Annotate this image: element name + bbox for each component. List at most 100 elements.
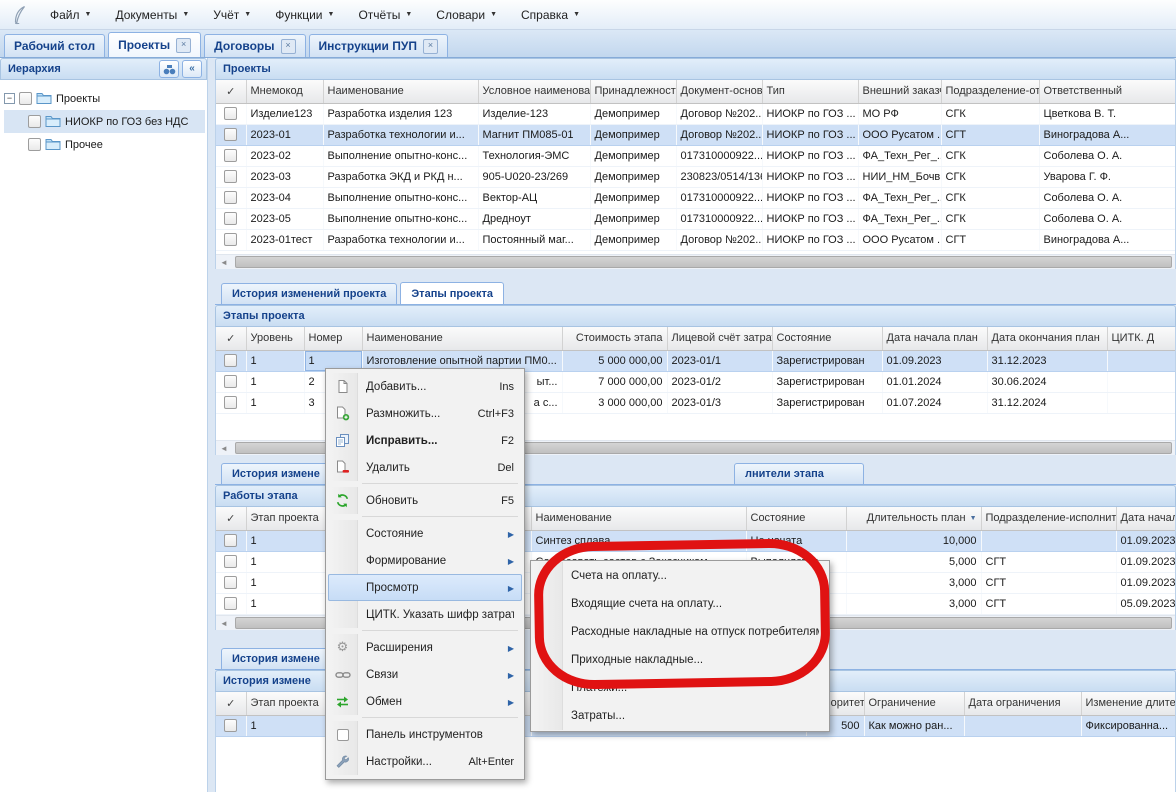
- menubar-item[interactable]: Учёт▼: [201, 5, 263, 25]
- table-row[interactable]: 2023-04Выполнение опытно-конс...Вектор-А…: [216, 187, 1176, 208]
- tab-close-icon[interactable]: ×: [176, 38, 191, 53]
- column-header[interactable]: Стоимость этапа: [562, 327, 667, 350]
- scroll-left-icon[interactable]: ◄: [216, 616, 232, 630]
- table-cell[interactable]: СГК: [941, 208, 1039, 229]
- tree-node-niokr[interactable]: НИОКР по ГОЗ без НДС: [4, 110, 205, 133]
- tab-stage-executors[interactable]: лнители этапа: [734, 463, 864, 484]
- table-cell[interactable]: 1: [246, 350, 304, 371]
- table-row[interactable]: Изделие123Разработка изделия 123Изделие-…: [216, 103, 1176, 124]
- table-cell[interactable]: 3,000: [846, 572, 981, 593]
- tree-checkbox[interactable]: [28, 115, 41, 128]
- table-cell[interactable]: Демопример: [590, 124, 676, 145]
- menu-item[interactable]: Платежи...: [533, 674, 827, 702]
- table-cell[interactable]: 2023-03: [246, 166, 323, 187]
- table-cell[interactable]: Дредноут: [478, 208, 590, 229]
- table-cell[interactable]: 2023-02: [246, 145, 323, 166]
- table-cell[interactable]: 017310000922...: [676, 208, 762, 229]
- table-cell[interactable]: 5,000: [846, 551, 981, 572]
- menu-item[interactable]: Приходные накладные...: [533, 646, 827, 674]
- table-cell[interactable]: Демопример: [590, 166, 676, 187]
- table-cell[interactable]: СГТ: [981, 593, 1116, 614]
- row-checkbox[interactable]: [224, 534, 237, 547]
- table-cell[interactable]: 10,000: [846, 530, 981, 551]
- column-header[interactable]: ЦИТК. Д: [1107, 327, 1176, 350]
- row-checkbox[interactable]: [224, 149, 237, 162]
- table-cell[interactable]: МО РФ: [858, 103, 941, 124]
- column-header[interactable]: Номер: [304, 327, 362, 350]
- scrollbar-thumb[interactable]: [235, 256, 1172, 268]
- table-cell[interactable]: СГК: [941, 145, 1039, 166]
- table-row[interactable]: 2023-03Разработка ЭКД и РКД н...905-U020…: [216, 166, 1176, 187]
- tab-project-stages[interactable]: Этапы проекта: [400, 282, 504, 304]
- table-cell[interactable]: Зарегистрирован: [772, 392, 882, 413]
- table-cell[interactable]: ФА_Техн_Рег_...: [858, 145, 941, 166]
- select-all-header[interactable]: ✓: [216, 692, 246, 715]
- table-cell[interactable]: 2023-01/3: [667, 392, 772, 413]
- table-cell[interactable]: Виноградова А...: [1039, 124, 1176, 145]
- table-cell[interactable]: Не начата: [746, 530, 846, 551]
- table-cell[interactable]: Демопример: [590, 229, 676, 250]
- table-cell[interactable]: НИОКР по ГОЗ ...: [762, 166, 858, 187]
- table-cell[interactable]: 2023-01/2: [667, 371, 772, 392]
- table-cell[interactable]: Как можно ран...: [864, 715, 964, 736]
- table-cell[interactable]: 01.09.2023: [1116, 551, 1176, 572]
- table-cell[interactable]: Технология-ЭМС: [478, 145, 590, 166]
- table-cell[interactable]: 05.09.2023: [1116, 593, 1176, 614]
- table-cell[interactable]: Договор №202...: [676, 124, 762, 145]
- table-cell[interactable]: [981, 530, 1116, 551]
- column-header[interactable]: Наименование: [531, 507, 746, 530]
- row-checkbox[interactable]: [224, 191, 237, 204]
- scroll-left-icon[interactable]: ◄: [216, 255, 232, 269]
- table-cell[interactable]: 3 000 000,00: [562, 392, 667, 413]
- table-cell[interactable]: ФА_Техн_Рег_...: [858, 208, 941, 229]
- table-cell[interactable]: Синтез сплава: [531, 530, 746, 551]
- tab-project-change-history[interactable]: История изменений проекта: [221, 283, 397, 304]
- tab-instructions[interactable]: Инструкции ПУП×: [309, 34, 448, 57]
- tab-close-icon[interactable]: ×: [281, 39, 296, 54]
- table-cell[interactable]: НИОКР по ГОЗ ...: [762, 145, 858, 166]
- row-checkbox[interactable]: [224, 107, 237, 120]
- menu-item[interactable]: УдалитьDel: [328, 454, 522, 481]
- table-cell[interactable]: СГК: [941, 166, 1039, 187]
- table-cell[interactable]: 1: [246, 371, 304, 392]
- column-header[interactable]: Дата начал: [1116, 507, 1176, 530]
- table-cell[interactable]: Фиксированна...: [1081, 715, 1176, 736]
- table-cell[interactable]: 2023-01: [246, 124, 323, 145]
- table-cell[interactable]: Демопример: [590, 187, 676, 208]
- select-all-header[interactable]: ✓: [216, 327, 246, 350]
- row-checkbox[interactable]: [224, 354, 237, 367]
- table-cell[interactable]: СГТ: [981, 572, 1116, 593]
- table-cell[interactable]: 5 000 000,00: [562, 350, 667, 371]
- table-cell[interactable]: Зарегистрирован: [772, 350, 882, 371]
- column-header[interactable]: Ответственный: [1039, 80, 1176, 103]
- menu-item[interactable]: Счета на оплату...: [533, 562, 827, 590]
- table-cell[interactable]: СГТ: [941, 229, 1039, 250]
- table-cell[interactable]: Изделие123: [246, 103, 323, 124]
- column-header[interactable]: Ограничение: [864, 692, 964, 715]
- table-cell[interactable]: 2023-05: [246, 208, 323, 229]
- table-cell[interactable]: Зарегистрирован: [772, 371, 882, 392]
- table-cell[interactable]: 2023-04: [246, 187, 323, 208]
- tab-close-icon[interactable]: ×: [423, 39, 438, 54]
- row-checkbox[interactable]: [224, 396, 237, 409]
- table-cell[interactable]: 01.09.2023: [882, 350, 987, 371]
- tree-node-projects[interactable]: − Проекты: [4, 87, 205, 110]
- table-cell[interactable]: 30.06.2024: [987, 371, 1107, 392]
- tree-node-label[interactable]: Проекты: [56, 93, 100, 105]
- splitter[interactable]: [208, 58, 215, 792]
- table-cell[interactable]: НИИ_НМ_Бочв...: [858, 166, 941, 187]
- table-row[interactable]: 2023-01Разработка технологии и...Магнит …: [216, 124, 1176, 145]
- table-cell[interactable]: НИОКР по ГОЗ ...: [762, 208, 858, 229]
- select-all-header[interactable]: ✓: [216, 80, 246, 103]
- column-header[interactable]: Дата окончания план: [987, 327, 1107, 350]
- table-cell[interactable]: 2023-01/1: [667, 350, 772, 371]
- menu-item[interactable]: Состояние▶: [328, 520, 522, 547]
- table-cell[interactable]: Демопример: [590, 103, 676, 124]
- table-cell[interactable]: 01.09.2023: [1116, 572, 1176, 593]
- table-cell[interactable]: НИОКР по ГОЗ ...: [762, 229, 858, 250]
- table-cell[interactable]: Разработка изделия 123: [323, 103, 478, 124]
- table-cell[interactable]: Виноградова А...: [1039, 229, 1176, 250]
- column-header[interactable]: Тип: [762, 80, 858, 103]
- column-header[interactable]: Документ-основан: [676, 80, 762, 103]
- column-header[interactable]: Наименование: [362, 327, 562, 350]
